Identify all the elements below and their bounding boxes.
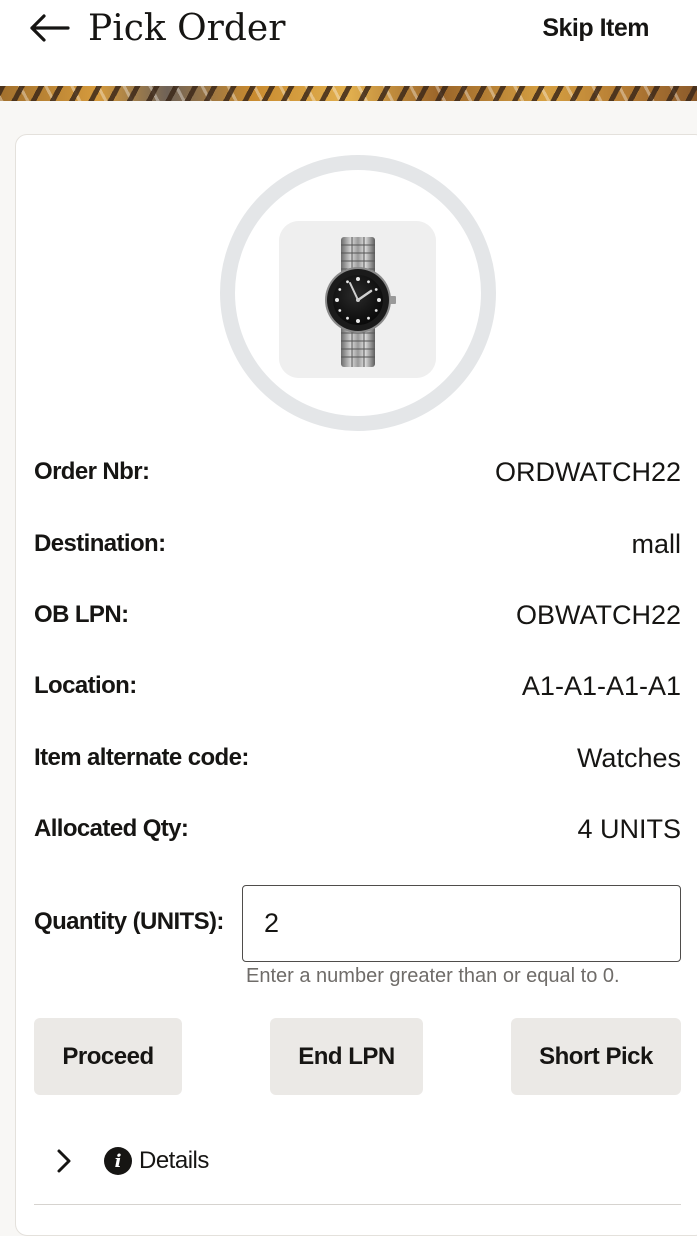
decorative-banner (0, 86, 697, 101)
proceed-button[interactable]: Proceed (34, 1018, 182, 1095)
order-number-value: ORDWATCH22 (494, 456, 681, 487)
page-title: Pick Order (88, 8, 286, 49)
app-header: Pick Order Skip Item (0, 0, 697, 86)
quantity-input[interactable] (242, 885, 681, 962)
item-alternate-code-row: Item alternate code: Watches (34, 738, 681, 778)
location-row: Location: A1-A1-A1-A1 (34, 666, 681, 706)
quantity-hint: Enter a number greater than or equal to … (246, 965, 620, 987)
end-lpn-button[interactable]: End LPN (270, 1018, 423, 1095)
chevron-right-icon (57, 1149, 71, 1173)
short-pick-button[interactable]: Short Pick (511, 1018, 681, 1095)
arrow-left-icon (30, 14, 70, 42)
details-label: Details (139, 1147, 209, 1174)
item-alternate-code-value: Watches (576, 742, 681, 773)
location-label: Location: (34, 672, 137, 699)
ob-lpn-label: OB LPN: (34, 601, 129, 628)
allocated-qty-value: 4 UNITS (577, 813, 681, 844)
details-toggle[interactable]: i Details (56, 1140, 356, 1182)
allocated-qty-label: Allocated Qty: (34, 815, 189, 842)
ob-lpn-row: OB LPN: OBWATCH22 (34, 595, 681, 635)
quantity-label: Quantity (UNITS): (34, 908, 224, 935)
item-alternate-code-label: Item alternate code: (34, 744, 249, 771)
destination-label: Destination: (34, 530, 166, 557)
product-image (279, 221, 436, 378)
info-circle-icon: i (104, 1147, 132, 1175)
ob-lpn-value: OBWATCH22 (515, 599, 681, 630)
order-number-row: Order Nbr: ORDWATCH22 (34, 452, 681, 492)
order-number-label: Order Nbr: (34, 458, 150, 485)
location-value: A1-A1-A1-A1 (521, 670, 681, 701)
details-divider (34, 1204, 681, 1205)
back-button[interactable] (26, 8, 72, 48)
destination-row: Destination: mall (34, 524, 681, 564)
allocated-qty-row: Allocated Qty: 4 UNITS (34, 809, 681, 849)
destination-value: mall (631, 528, 681, 559)
wristwatch-image (279, 221, 436, 378)
skip-item-button[interactable]: Skip Item (542, 12, 649, 44)
